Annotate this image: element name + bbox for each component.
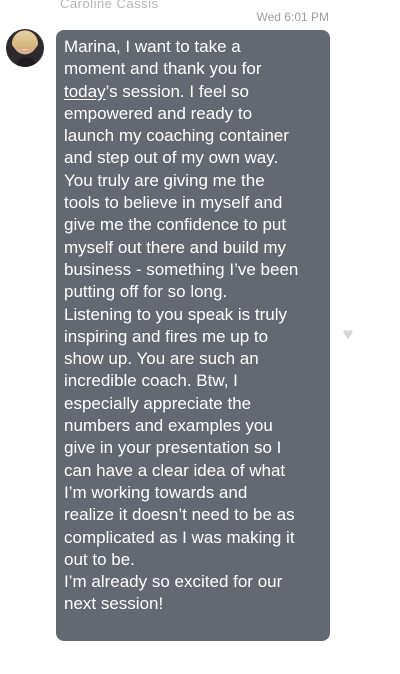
- message-header: Caroline Cassis Wed 6:01 PM: [0, 0, 400, 30]
- message-bubble[interactable]: Marina, I want to take a moment and than…: [56, 30, 330, 641]
- message-text: Marina, I want to take a moment and than…: [64, 36, 322, 616]
- message-text-part-2: ’s session. I feel so empowered and read…: [64, 81, 299, 614]
- message-link-today[interactable]: today: [64, 82, 106, 101]
- message-timestamp: Wed 6:01 PM: [256, 10, 329, 24]
- sender-name: Caroline Cassis: [60, 0, 159, 11]
- avatar[interactable]: [6, 29, 44, 67]
- message-text-part-1: Marina, I want to take a moment and than…: [64, 37, 262, 79]
- heart-icon[interactable]: ♥: [339, 325, 357, 343]
